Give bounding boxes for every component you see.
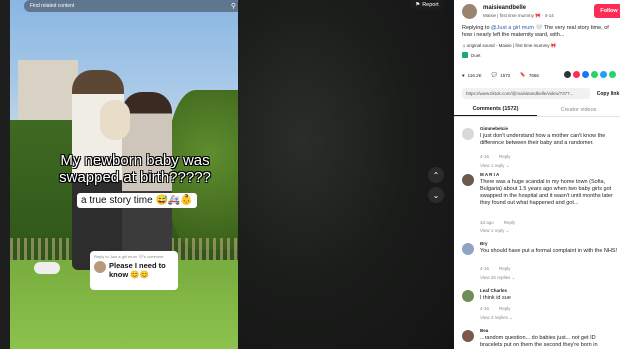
avatar[interactable] xyxy=(462,174,474,186)
report-label: Report xyxy=(422,1,439,8)
heart-icon: ♥ xyxy=(462,72,465,78)
video-description: Replying to @Just a girl mum 🤍 The very … xyxy=(462,25,609,38)
reply-card-text: Please I need to know 😊😊 xyxy=(109,261,166,279)
shoe-figure xyxy=(34,262,60,274)
report-button[interactable]: ⚑ Report xyxy=(410,0,444,9)
comment-text: I just don't understand how a mother can… xyxy=(480,133,606,146)
duet-link[interactable]: Duet xyxy=(462,52,481,58)
view-replies-button[interactable]: View 1 reply ⌄ xyxy=(480,228,509,234)
comment-meta: 4d ago Reply xyxy=(480,220,515,225)
view-replies-button[interactable]: View 1 reply ⌄ xyxy=(480,163,509,169)
chevron-up-icon: ⌃ xyxy=(432,170,440,180)
video-caption-main: My newborn baby was swapped at birth????… xyxy=(59,152,211,186)
share-icon[interactable] xyxy=(591,71,598,78)
comment-meta: 4-15 Reply xyxy=(480,154,511,159)
reply-button[interactable]: Reply xyxy=(499,154,511,159)
comment-text: ...random question... do babies just... … xyxy=(480,335,598,348)
comment-author[interactable]: M A R I A xyxy=(480,172,499,177)
reply-button[interactable]: Reply xyxy=(499,306,511,311)
search-bar[interactable]: ⚲ xyxy=(24,0,238,12)
chevron-down-icon: ⌄ xyxy=(432,190,440,200)
panel-tabs: Comments (1572) Creator videos xyxy=(454,103,620,117)
flag-icon: ⚑ xyxy=(415,1,421,8)
like-button[interactable]: ♥ 116.2K xyxy=(462,73,482,78)
share-icon[interactable] xyxy=(564,71,571,78)
video-caption-sub: a true story time 😅🚑👶 xyxy=(77,193,197,208)
avatar[interactable] xyxy=(462,330,474,342)
comment-date: 4-15 xyxy=(480,266,490,271)
duet-icon xyxy=(462,52,468,58)
blurred-backdrop-left xyxy=(0,0,10,349)
avatar[interactable] xyxy=(462,4,477,19)
comment-icon: 💬 xyxy=(491,72,498,77)
search-icon[interactable]: ⚲ xyxy=(231,3,236,10)
share-icon[interactable] xyxy=(573,71,580,78)
creator-username[interactable]: maisieandbelle xyxy=(483,5,526,11)
comment-author[interactable]: Leaf Charles xyxy=(480,288,507,293)
comment-count: 1572 xyxy=(500,72,511,78)
view-replies-button[interactable]: View 26 replies ⌄ xyxy=(480,275,515,281)
mention-link[interactable]: @Just a girl mum 🤍 xyxy=(491,25,542,31)
comment-author[interactable]: Bea xyxy=(480,328,488,333)
engagement-stats: ♥ 116.2K 💬 1572 🔖 7666 xyxy=(462,72,549,78)
comment-author[interactable]: Bry xyxy=(480,241,488,246)
baby-figure xyxy=(100,100,130,140)
comment-meta: 4-16 Reply xyxy=(480,306,511,311)
share-buttons xyxy=(564,71,616,78)
tab-comments[interactable]: Comments (1572) xyxy=(454,103,537,116)
search-input[interactable] xyxy=(30,3,210,9)
reply-button[interactable]: Reply xyxy=(499,266,511,271)
save-button[interactable]: 🔖 7666 xyxy=(520,72,539,78)
follow-button[interactable]: Follow xyxy=(594,4,620,18)
bookmark-icon: 🔖 xyxy=(520,72,526,77)
avatar[interactable] xyxy=(462,128,474,140)
tab-creator-videos[interactable]: Creator videos xyxy=(537,103,620,116)
blurred-backdrop-right xyxy=(238,0,454,349)
details-panel: maisieandbelle Maisie | first time mummy… xyxy=(454,0,620,349)
reply-comment-card: Reply to Just a girl mum 🤍's comment Ple… xyxy=(90,251,178,290)
share-icon[interactable] xyxy=(600,71,607,78)
comment-meta: 4-15 Reply xyxy=(480,266,511,271)
next-video-button[interactable]: ⌄ xyxy=(428,187,444,203)
avatar xyxy=(94,261,106,273)
video-url-field[interactable]: https://www.tiktok.com/@maisieandbelle/v… xyxy=(462,88,590,99)
comment-date: 4d ago xyxy=(480,220,494,225)
video-stage: ⚲ My newborn baby was swapped at birth??… xyxy=(0,0,454,349)
share-icon[interactable] xyxy=(609,71,616,78)
save-count: 7666 xyxy=(528,72,539,78)
creator-subline: Maisie | first time mummy 🎀 · 4-14 xyxy=(483,13,554,18)
like-count: 116.2K xyxy=(467,72,482,78)
comment-text: I think id sue xyxy=(480,295,511,301)
comment-date: 4-15 xyxy=(480,154,490,159)
comment-text: There was a huge scandal in my home town… xyxy=(480,179,613,206)
previous-video-button[interactable]: ⌃ xyxy=(428,167,444,183)
view-replies-button[interactable]: View 3 replies ⌄ xyxy=(480,315,513,321)
sound-link[interactable]: ♫ original sound - Maisie | first time m… xyxy=(462,43,556,49)
comment-author[interactable]: Gimmebelcie xyxy=(480,126,508,131)
reply-card-header: Reply to Just a girl mum 🤍's comment xyxy=(94,254,164,259)
video-player[interactable]: ⚲ My newborn baby was swapped at birth??… xyxy=(10,0,238,349)
avatar[interactable] xyxy=(462,290,474,302)
share-icon[interactable] xyxy=(582,71,589,78)
reply-button[interactable]: Reply xyxy=(504,220,516,225)
comment-date: 4-16 xyxy=(480,306,490,311)
copy-link-button[interactable]: Copy link xyxy=(593,88,620,99)
comment-button[interactable]: 💬 1572 xyxy=(492,72,511,78)
avatar[interactable] xyxy=(462,243,474,255)
comment-text: You should have put a formal complaint i… xyxy=(480,248,618,254)
